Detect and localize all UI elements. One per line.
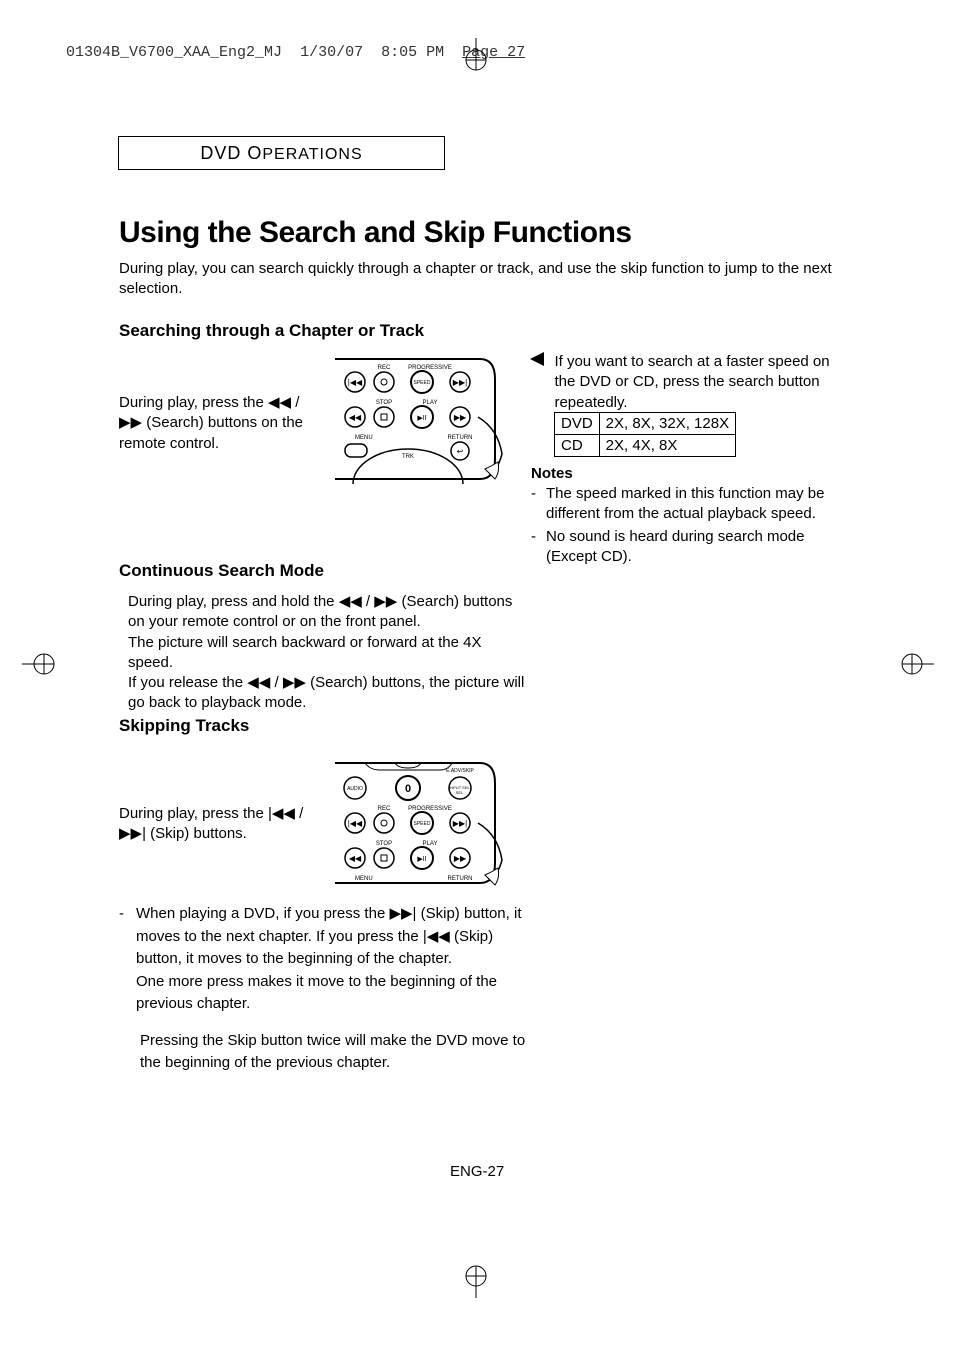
crop-mark-icon <box>22 646 58 687</box>
speed-label-dvd: DVD <box>555 413 600 435</box>
speed-value-cd: 2X, 4X, 8X <box>599 435 735 457</box>
svg-text:TRK: TRK <box>402 454 414 460</box>
skip-details-text: - When playing a DVD, if you press the ▶… <box>119 903 539 1075</box>
svg-text:SPEED: SPEED <box>414 380 431 386</box>
header-date: 1/30/07 <box>300 44 363 61</box>
note-item: - No sound is heard during search mode (… <box>531 527 841 568</box>
svg-text:SEL.: SEL. <box>456 790 465 795</box>
svg-text:REC: REC <box>378 806 391 812</box>
subheading-continuous: Continuous Search Mode <box>119 561 324 581</box>
rewind-forward-icon: ◀◀ / ▶▶ <box>339 593 398 610</box>
page-number: ENG-27 <box>450 1163 504 1180</box>
svg-text:SPEED: SPEED <box>414 821 431 827</box>
svg-text:STOP: STOP <box>376 841 392 847</box>
svg-text:PROGRESSIVE: PROGRESSIVE <box>408 365 452 371</box>
svg-text:PLAY: PLAY <box>423 400 438 406</box>
svg-text:↩: ↩ <box>457 447 464 456</box>
svg-text:|◀◀: |◀◀ <box>348 819 363 828</box>
svg-text:◀◀: ◀◀ <box>349 413 362 422</box>
search-instruction-text: During play, press the ◀◀ / ▶▶ (Search) … <box>119 393 309 454</box>
note-item: - The speed marked in this function may … <box>531 484 841 525</box>
svg-text:E.ADV/SKIP: E.ADV/SKIP <box>446 768 474 774</box>
speed-label-cd: CD <box>555 435 600 457</box>
page-title: Using the Search and Skip Functions <box>119 216 632 250</box>
svg-text:PLAY: PLAY <box>423 841 438 847</box>
svg-text:◀◀: ◀◀ <box>349 854 362 863</box>
document-header: 01304B_V6700_XAA_Eng2_MJ 1/30/07 8:05 PM… <box>66 44 525 61</box>
speed-value-dvd: 2X, 8X, 32X, 128X <box>599 413 735 435</box>
svg-text:AUDIO: AUDIO <box>347 786 363 792</box>
header-page-num: 27 <box>507 44 525 61</box>
table-row: DVD 2X, 8X, 32X, 128X <box>555 413 736 435</box>
svg-text:▶▶: ▶▶ <box>454 413 467 422</box>
header-filename: 01304B_V6700_XAA_Eng2_MJ <box>66 44 282 61</box>
notes-list: - The speed marked in this function may … <box>531 484 841 569</box>
svg-text:MENU: MENU <box>355 435 373 441</box>
svg-text:RETURN: RETURN <box>448 435 473 441</box>
svg-text:MENU: MENU <box>355 876 373 882</box>
continuous-search-text: During play, press and hold the ◀◀ / ▶▶ … <box>128 592 528 714</box>
crop-mark-icon <box>458 1262 494 1303</box>
remote-control-diagram: REC PROGRESSIVE |◀◀ SPEED ▶▶| STOP PLAY … <box>330 354 510 484</box>
subheading-searching: Searching through a Chapter or Track <box>119 321 424 341</box>
svg-text:▶▶: ▶▶ <box>454 854 467 863</box>
header-time: 8:05 PM <box>381 44 444 61</box>
speed-table: DVD 2X, 8X, 32X, 128X CD 2X, 4X, 8X <box>554 412 736 457</box>
svg-text:▶▶|: ▶▶| <box>453 819 467 828</box>
svg-text:▶II: ▶II <box>417 856 426 863</box>
search-speed-text: If you want to search at a faster speed … <box>554 352 834 413</box>
skip-instruction-text: During play, press the |◀◀ / ▶▶| (Skip) … <box>119 804 309 845</box>
svg-text:PROGRESSIVE: PROGRESSIVE <box>408 806 452 812</box>
svg-text:REC: REC <box>378 365 391 371</box>
svg-text:▶▶|: ▶▶| <box>453 378 467 387</box>
crop-mark-icon <box>898 646 934 687</box>
arrow-left-icon <box>530 352 546 371</box>
svg-text:0: 0 <box>405 783 411 795</box>
remote-control-diagram: E.ADV/SKIP AUDIO 0 INPUT SEL.SEL. REC PR… <box>330 758 510 888</box>
table-row: CD 2X, 4X, 8X <box>555 435 736 457</box>
section-header-box: DVD OPERATIONS <box>118 136 445 170</box>
section-label: DVD OPERATIONS <box>200 143 362 164</box>
svg-text:▶II: ▶II <box>417 415 426 422</box>
search-speed-note: If you want to search at a faster speed … <box>530 352 850 413</box>
skip-prev-icon: |◀◀ <box>423 928 450 945</box>
intro-paragraph: During play, you can search quickly thro… <box>119 259 839 300</box>
svg-text:RETURN: RETURN <box>448 876 473 882</box>
rewind-forward-icon: ◀◀ / ▶▶ <box>247 674 306 691</box>
subheading-skipping: Skipping Tracks <box>119 716 249 736</box>
svg-text:STOP: STOP <box>376 400 392 406</box>
notes-heading: Notes <box>531 465 573 482</box>
crop-mark-icon <box>458 38 494 79</box>
skip-next-icon: ▶▶| <box>389 905 416 922</box>
svg-text:|◀◀: |◀◀ <box>348 378 363 387</box>
